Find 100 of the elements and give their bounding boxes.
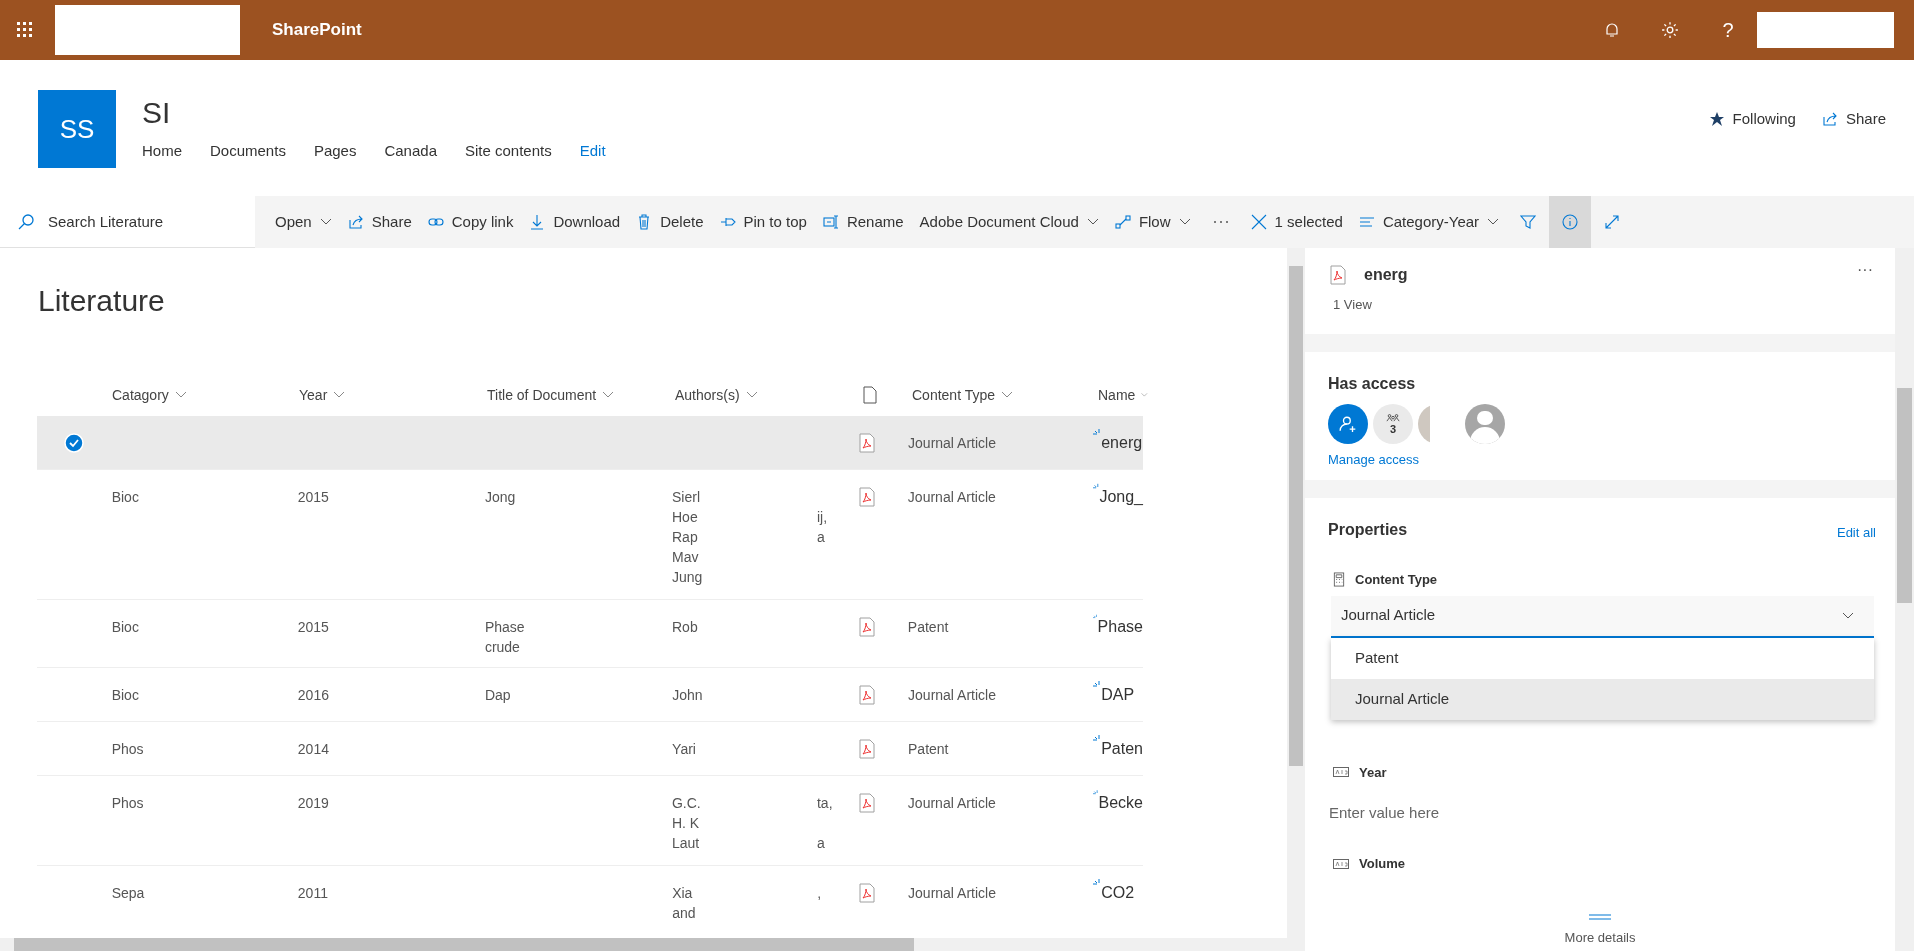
author-text: Yari — [672, 740, 697, 759]
manage-access-link[interactable]: Manage access — [1328, 450, 1872, 470]
author-text: Rob — [672, 618, 699, 637]
command-button[interactable]: Copy link — [419, 196, 522, 248]
more-options-button[interactable]: ··· — [1857, 258, 1873, 282]
author-text: a — [817, 528, 825, 547]
share-button[interactable]: Share — [1821, 108, 1886, 131]
author-text: G.C. — [672, 794, 702, 813]
content-type-dropdown[interactable]: Journal Article — [1331, 595, 1874, 638]
chevron-down-icon — [1487, 218, 1500, 226]
horizontal-scrollbar[interactable] — [0, 938, 1287, 951]
table-row[interactable]: Phos 2014 Yari Patent Paten — [37, 721, 1143, 775]
year-text: 2014 — [297, 741, 329, 757]
column-header[interactable]: Catagory — [112, 384, 299, 406]
column-header[interactable]: Name — [1098, 384, 1148, 406]
panel-scrollbar[interactable] — [1895, 248, 1914, 951]
new-item-icon — [1093, 879, 1102, 887]
table-row[interactable]: Bioc 2015 Phase crude Rob Patent Phase — [37, 599, 1143, 667]
nav-link[interactable]: Home — [142, 140, 182, 163]
table-row[interactable]: Bioc 2016 Dap John Journal Article DAP — [37, 667, 1143, 721]
command-button[interactable]: Delete — [628, 196, 712, 248]
nav-link[interactable]: Canada — [384, 140, 437, 163]
author-text: Laut — [672, 834, 701, 853]
author-text: and — [672, 904, 697, 923]
command-button[interactable]: Rename — [814, 196, 912, 248]
author-text: a — [817, 834, 825, 853]
nav-link[interactable]: Documents — [210, 140, 286, 163]
title-text: Jong — [484, 488, 517, 507]
nav-link[interactable]: Edit — [579, 140, 606, 163]
new-item-icon — [1093, 428, 1102, 437]
command-button[interactable]: Download — [521, 196, 629, 248]
dropdown-option[interactable]: Journal Article — [1331, 678, 1874, 720]
command-button[interactable]: Pin to top — [711, 196, 815, 248]
nav-link[interactable]: Pages — [313, 140, 357, 163]
command-button[interactable]: Open — [267, 196, 340, 248]
command-button[interactable]: Flow — [1106, 196, 1199, 248]
account-area[interactable] — [1757, 12, 1894, 48]
command-button[interactable]: Adobe Document Cloud — [911, 196, 1107, 248]
person-avatar[interactable] — [1465, 404, 1505, 444]
title-text: crude — [484, 638, 521, 657]
table-row[interactable]: Bioc 2015 Jong Sierl Hoe ij, Rap a Mav Jung Journal Article Jong_ — [37, 469, 1143, 599]
check-circle-icon[interactable] — [64, 432, 85, 453]
new-item-icon — [1093, 613, 1098, 621]
site-logo[interactable]: SS — [38, 90, 116, 168]
table-row[interactable]: Sepa 2011 Xia , and Journal Article CO2 — [37, 865, 1143, 934]
vertical-scrollbar[interactable] — [1287, 248, 1305, 951]
author-text: Xia — [672, 884, 694, 903]
file-type-icon — [863, 386, 877, 404]
more-details-icon — [1589, 913, 1611, 920]
column-header[interactable]: Authors(s) — [675, 384, 863, 406]
star-icon — [1708, 111, 1725, 128]
help-button[interactable]: ? — [1699, 0, 1757, 60]
dropdown-option[interactable]: Patent — [1331, 637, 1874, 679]
table-row[interactable]: Phos 2019 G.C. ta, H. K Laut a Journal Article Becke — [37, 775, 1143, 865]
content-type-text: Patent — [908, 741, 949, 757]
add-person-icon[interactable] — [1328, 404, 1368, 444]
table-row[interactable]: Journal Article energ — [37, 416, 1143, 469]
year-text: 2015 — [297, 489, 329, 505]
file-name-link[interactable]: energ — [1101, 432, 1143, 453]
category-text: Bioc — [111, 686, 140, 705]
close-icon — [1250, 214, 1267, 230]
search-icon — [18, 214, 34, 230]
content-type-text: Journal Article — [907, 489, 996, 505]
file-name-link[interactable]: Becke — [1098, 793, 1143, 813]
author-text: , — [817, 884, 821, 903]
more-details-button[interactable]: More details — [1564, 927, 1636, 947]
group-avatar[interactable]: 3 — [1373, 404, 1413, 444]
file-name-link[interactable]: CO2 — [1101, 883, 1135, 903]
pdf-file-icon — [859, 432, 876, 453]
content-type-text: Journal Article — [908, 687, 996, 703]
calculator-icon — [1333, 572, 1345, 588]
flow-icon — [1114, 214, 1131, 230]
column-header[interactable]: Year — [299, 384, 487, 406]
app-title[interactable]: SharePoint — [272, 17, 362, 43]
field-label: Year — [1359, 763, 1387, 782]
file-name-link[interactable]: Phase — [1097, 617, 1143, 637]
lines-icon — [1358, 214, 1375, 230]
content-type-text: Journal Article — [907, 795, 996, 811]
chevron-down-icon — [319, 218, 332, 226]
year-text: 2015 — [297, 619, 329, 635]
year-field[interactable]: Enter value here — [1329, 796, 1869, 828]
edit-all-link[interactable]: Edit all — [1836, 522, 1876, 542]
group-icon — [1386, 413, 1400, 423]
info-icon[interactable] — [1549, 196, 1592, 248]
nav-link[interactable]: Site contents — [465, 140, 552, 163]
follow-button[interactable]: Following — [1708, 108, 1796, 131]
title-text: Phase — [484, 618, 526, 637]
view-count: 1 View — [1333, 296, 1373, 314]
column-header[interactable]: Title of Document — [487, 384, 675, 406]
command-button[interactable]: Share — [339, 196, 420, 248]
new-item-icon — [1093, 681, 1102, 689]
file-name-link[interactable]: DAP — [1101, 685, 1135, 705]
file-name-link[interactable]: Paten — [1101, 739, 1143, 759]
view-selector[interactable]: Category-Year — [1350, 196, 1508, 248]
column-header[interactable]: Content Type — [912, 384, 1098, 406]
file-name-link[interactable]: Jong_ — [1099, 487, 1143, 507]
clear-selection-button[interactable]: 1 selected — [1242, 196, 1351, 248]
content-type-text: Journal Article — [908, 885, 996, 901]
chevron-down-icon — [1141, 391, 1148, 399]
new-item-icon — [1093, 483, 1100, 491]
